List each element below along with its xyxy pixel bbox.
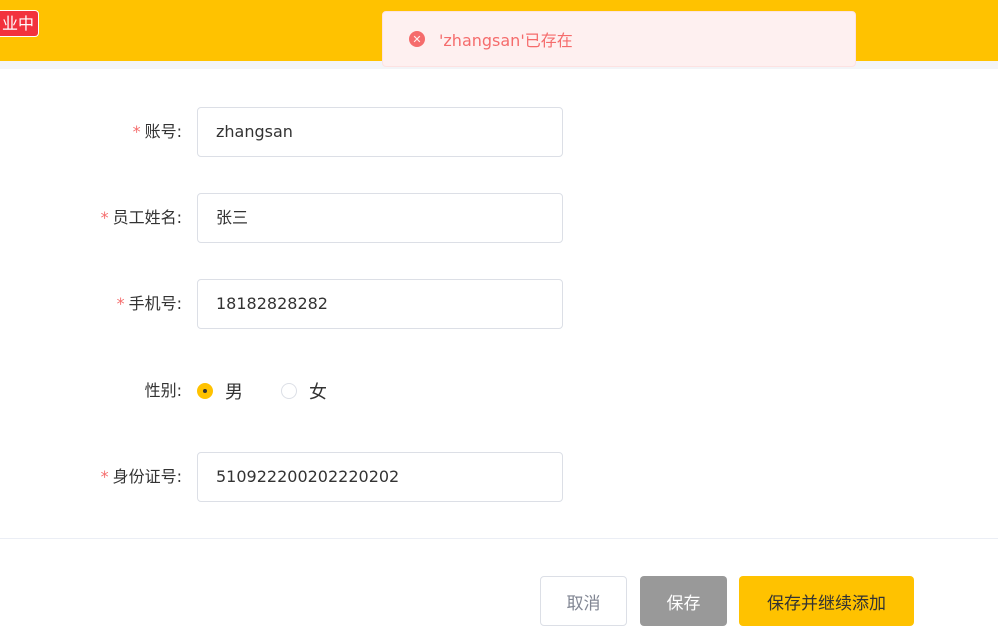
id-number-input[interactable]: 510922200202220202 <box>197 452 563 502</box>
form-divider <box>0 538 998 539</box>
save-button[interactable]: 保存 <box>640 576 727 626</box>
required-asterisk: * <box>116 294 125 313</box>
name-label: * 员工姓名: <box>101 193 182 243</box>
phone-label-text: 手机号: <box>128 294 182 313</box>
gender-radio-group: 男 女 <box>197 366 365 416</box>
form-row-name: * 员工姓名: 张三 <box>0 193 998 243</box>
form-row-id-number: * 身份证号: 510922200202220202 <box>0 452 998 502</box>
shop-status-badge: 业中 <box>0 10 40 37</box>
account-label-text: 账号: <box>144 122 182 141</box>
account-label: * 账号: <box>133 107 182 157</box>
form-row-phone: * 手机号: 18182828282 <box>0 279 998 329</box>
form-row-account: * 账号: zhangsan <box>0 107 998 157</box>
save-and-continue-button[interactable]: 保存并继续添加 <box>739 576 914 626</box>
form-row-gender: 性别: 男 女 <box>0 366 998 416</box>
phone-label: * 手机号: <box>117 279 182 329</box>
required-asterisk: * <box>100 208 109 227</box>
gender-radio-male[interactable]: 男 <box>197 378 243 404</box>
id-number-label-text: 身份证号: <box>112 467 182 486</box>
gender-label: 性别: <box>144 381 182 400</box>
account-input[interactable]: zhangsan <box>197 107 563 157</box>
gender-female-label[interactable]: 女 <box>309 378 327 404</box>
id-number-label: * 身份证号: <box>101 452 182 502</box>
cancel-button[interactable]: 取消 <box>540 576 627 626</box>
phone-input[interactable]: 18182828282 <box>197 279 563 329</box>
required-asterisk: * <box>132 122 141 141</box>
gender-radio-female[interactable]: 女 <box>281 378 327 404</box>
radio-checked-icon[interactable] <box>197 383 213 399</box>
required-asterisk: * <box>100 467 109 486</box>
radio-unchecked-icon[interactable] <box>281 383 297 399</box>
employee-name-input[interactable]: 张三 <box>197 193 563 243</box>
gender-male-label[interactable]: 男 <box>225 378 243 404</box>
error-toast: ✕ 'zhangsan'已存在 <box>382 11 856 67</box>
error-circle-icon: ✕ <box>409 31 425 47</box>
employee-form-panel: * 账号: zhangsan * 员工姓名: 张三 * 手机号: 1818282828… <box>0 69 998 644</box>
toast-message: 'zhangsan'已存在 <box>439 31 573 50</box>
name-label-text: 员工姓名: <box>112 208 182 227</box>
